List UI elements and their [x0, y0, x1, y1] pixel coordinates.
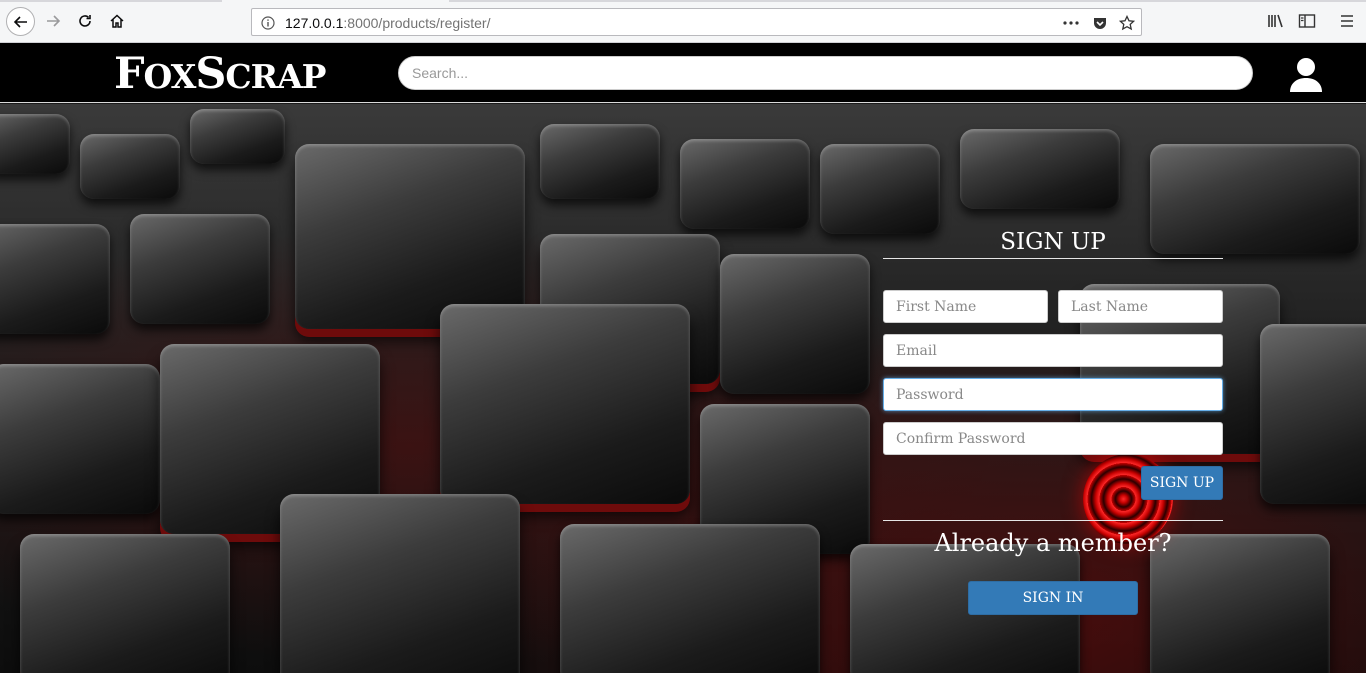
home-icon	[110, 14, 124, 28]
sidebar-icon[interactable]	[1298, 12, 1316, 30]
search-input[interactable]	[398, 56, 1253, 90]
info-icon[interactable]	[260, 15, 276, 31]
site-header: FOXSCRAP	[0, 43, 1366, 103]
background-cube	[130, 214, 270, 324]
email-input[interactable]	[883, 334, 1223, 367]
browser-toolbar: 127.0.0.1:8000/products/register/	[0, 0, 1366, 43]
background-cube	[820, 144, 940, 234]
url-text: 127.0.0.1:8000/products/register/	[285, 15, 490, 31]
url-bar[interactable]: 127.0.0.1:8000/products/register/	[251, 8, 1142, 36]
logo-text: CRAP	[225, 57, 326, 96]
signup-title: SIGN UP	[1000, 229, 1106, 255]
background-cube	[680, 139, 810, 229]
more-actions-icon[interactable]	[1063, 15, 1079, 31]
reload-button[interactable]	[72, 8, 98, 34]
tab-strip-edge	[0, 0, 222, 2]
logo-letter: F	[114, 49, 145, 99]
library-icon[interactable]	[1267, 12, 1285, 30]
background-cube	[0, 364, 160, 514]
user-icon	[1290, 58, 1322, 92]
reload-icon	[79, 15, 91, 27]
background-cube	[0, 114, 70, 174]
home-button[interactable]	[104, 8, 130, 34]
background-cube	[720, 254, 870, 394]
background-cube	[295, 144, 525, 329]
confirm-password-input[interactable]	[883, 422, 1223, 455]
divider	[883, 258, 1223, 259]
signup-button[interactable]: SIGN UP	[1141, 466, 1223, 500]
background-cube	[560, 524, 820, 673]
already-member-text: Already a member?	[934, 529, 1172, 557]
background-cube	[540, 124, 660, 199]
password-input[interactable]	[883, 378, 1223, 411]
pocket-icon[interactable]	[1092, 15, 1108, 31]
background-cube	[440, 304, 690, 504]
background-cube	[0, 224, 110, 334]
url-host: 127.0.0.1	[285, 15, 344, 31]
background-cube	[80, 134, 180, 199]
forward-button[interactable]	[40, 8, 66, 34]
last-name-input[interactable]	[1058, 290, 1223, 323]
background-cube	[20, 534, 230, 673]
signup-form: SIGN UP SIGN UP Already a member? SIGN I…	[883, 226, 1223, 615]
arrow-right-icon	[47, 15, 61, 27]
hamburger-menu-icon[interactable]	[1338, 12, 1356, 30]
user-account-button[interactable]	[1287, 56, 1325, 94]
url-path: :8000/products/register/	[343, 15, 491, 31]
back-button[interactable]	[6, 7, 35, 36]
background-cube	[280, 494, 520, 673]
bookmark-star-icon[interactable]	[1119, 15, 1135, 31]
signin-button[interactable]: SIGN IN	[968, 581, 1138, 615]
divider	[883, 520, 1223, 521]
background-cube	[190, 109, 285, 164]
background-cube	[960, 129, 1120, 209]
site-logo[interactable]: FOXSCRAP	[114, 49, 326, 99]
first-name-input[interactable]	[883, 290, 1048, 323]
tab-strip-edge	[449, 0, 1366, 2]
arrow-left-icon	[13, 15, 27, 28]
background-cube	[1260, 324, 1366, 504]
logo-text: OX	[143, 57, 197, 96]
logo-letter: S	[195, 49, 226, 99]
